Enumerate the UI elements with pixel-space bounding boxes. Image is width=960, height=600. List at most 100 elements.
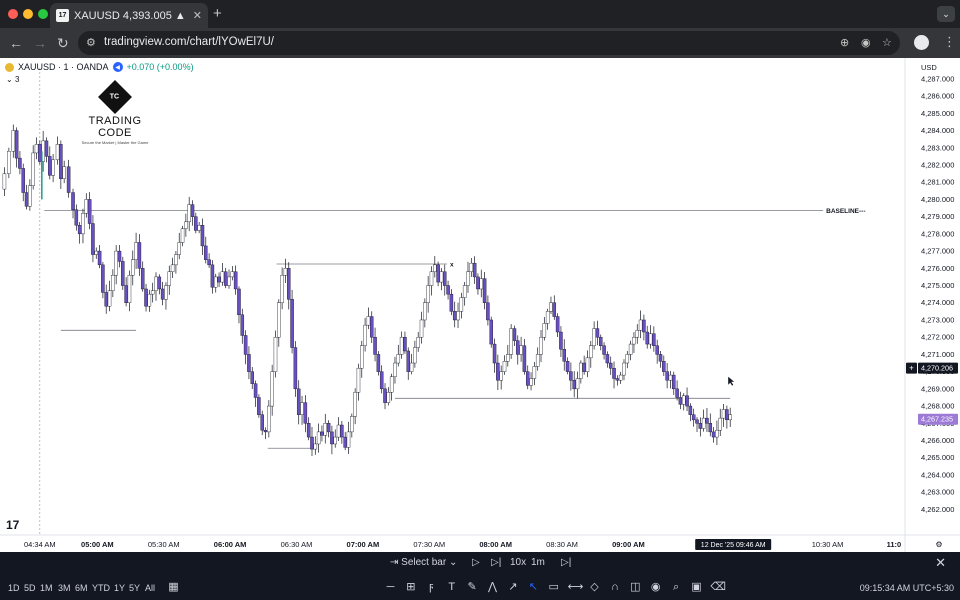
profile-avatar[interactable] (914, 35, 929, 50)
candle-body (549, 302, 553, 312)
new-tab-button[interactable]: + (213, 5, 222, 22)
calendar-icon[interactable]: ▦ (167, 581, 180, 594)
grid-tool-icon[interactable]: ⊞ (404, 581, 417, 594)
select-bar-button[interactable]: ⇥ Select bar ⌄ (390, 557, 457, 568)
candle-body (154, 276, 158, 291)
range-button-1m[interactable]: 1M (40, 583, 53, 593)
candle-body (316, 431, 321, 445)
brush-tool-icon[interactable]: ✎ (466, 581, 479, 594)
range-button-ytd[interactable]: YTD (92, 583, 110, 593)
tradingview-favicon-icon: 17 (56, 9, 69, 22)
range-button-1y[interactable]: 1Y (114, 583, 125, 593)
step-forward-icon[interactable]: ▷| (491, 557, 501, 568)
y-tick-label: 4,281.000 (921, 178, 954, 187)
symbol-legend: XAUUSD · 1 · OANDA ◀ +0.070 (+0.00%) (5, 62, 194, 72)
candle-body (117, 250, 122, 262)
candle-body (220, 271, 225, 283)
candle-body (243, 335, 248, 355)
arrow-tool-icon[interactable]: ↗ (506, 581, 519, 594)
indicators-toggle[interactable]: ⌄ 3 (6, 75, 19, 84)
minimize-window-button[interactable] (23, 9, 33, 19)
candle-body (71, 192, 75, 210)
range-button-3m[interactable]: 3M (58, 583, 71, 593)
line-tool-icon[interactable]: ─ (384, 581, 397, 594)
speed-button[interactable]: 10x (510, 557, 526, 568)
eye-icon[interactable]: ◉ (861, 36, 871, 49)
candle-body (698, 423, 703, 429)
candle-body (466, 271, 470, 286)
eye-tool-icon[interactable]: ◉ (649, 581, 662, 594)
trash-tool-icon[interactable]: ⌫ (710, 581, 726, 594)
forward-arrow-icon[interactable]: → (33, 35, 47, 51)
text-tool-icon[interactable]: T (445, 581, 458, 594)
maximize-window-button[interactable] (38, 9, 48, 19)
candle-body (287, 268, 291, 300)
image-tool-icon[interactable]: ▣ (690, 581, 703, 594)
candle-body (522, 345, 527, 372)
candle-body (253, 383, 258, 398)
bookmark-star-icon[interactable]: ☆ (882, 36, 892, 49)
candle-body (565, 361, 570, 372)
symbol-name[interactable]: XAUUSD · 1 · OANDA (18, 62, 109, 72)
close-tab-icon[interactable]: ✕ (193, 9, 202, 22)
candle-body (250, 371, 254, 384)
candle-body (320, 431, 324, 436)
range-button-1d[interactable]: 1D (8, 583, 20, 593)
logo-tagline: Secure the Market | Master the Game (81, 140, 149, 145)
candle-body (658, 354, 663, 362)
range-button-5d[interactable]: 5D (24, 583, 36, 593)
y-tick-label: 4,287.000 (921, 74, 954, 83)
logo-name: TRADING CODE (88, 115, 142, 139)
chart-settings-icon: ⚙ (935, 540, 942, 549)
pattern-tool-icon[interactable]: ⋀ (486, 581, 499, 594)
range-button-5y[interactable]: 5Y (129, 583, 140, 593)
candle-body (356, 367, 361, 393)
candle-body (655, 345, 659, 355)
browser-tab[interactable]: 17 XAUUSD 4,393.005 ▲ +1.25 ✕ (50, 3, 208, 28)
candle-body (323, 423, 328, 436)
x-tick-label: 07:00 AM (347, 540, 380, 549)
candle-body (482, 278, 487, 303)
zoom-icon[interactable]: ⊕ (840, 36, 849, 49)
zoom-tool-icon[interactable]: ⌕ (670, 581, 683, 594)
back-arrow-icon[interactable]: ← (9, 35, 23, 51)
site-settings-icon[interactable]: ⚙ (86, 36, 96, 49)
y-tick-label: 4,265.000 (921, 453, 954, 462)
fib-tool-icon[interactable]: ϝ (425, 581, 438, 594)
ruler-tool-icon[interactable]: ⟷ (568, 581, 584, 594)
candle-body (91, 223, 95, 255)
jump-to-realtime-icon[interactable]: ▷| (561, 557, 571, 568)
range-button-6m[interactable]: 6M (75, 583, 88, 593)
comment-tool-icon[interactable]: ▭ (547, 581, 560, 594)
candle-body (296, 388, 301, 415)
close-replay-icon[interactable]: ✕ (935, 555, 946, 571)
candle-body (695, 419, 699, 424)
candle-body (74, 209, 79, 226)
tab-search-chevron-icon[interactable]: ⌄ (937, 6, 955, 22)
chevron-down-icon: ⌄ (6, 75, 13, 84)
interval-button[interactable]: 1m (531, 557, 545, 568)
range-button-all[interactable]: All (145, 583, 155, 593)
crosshair-time-label: 12 Dec '25 09:46 AM (701, 542, 766, 549)
candle-body (363, 324, 367, 346)
candle-body (62, 166, 66, 179)
shape-tool-icon[interactable]: ◇ (588, 581, 601, 594)
reload-icon[interactable]: ↻ (57, 35, 69, 52)
candle-body (174, 254, 178, 266)
play-icon[interactable]: ▷ (472, 557, 480, 568)
browser-menu-icon[interactable]: ⋮ (943, 34, 956, 50)
address-bar[interactable]: ⚙ tradingview.com/chart/lYOwEl7U/ ⊕ ◉ ☆ (78, 31, 900, 55)
magnet-tool-icon[interactable]: ∩ (608, 581, 621, 594)
tradingview-logo-icon[interactable]: 17 (6, 518, 19, 532)
lock-tool-icon[interactable]: ◫ (629, 581, 642, 594)
cursor-tool-icon[interactable]: ↖ (527, 581, 540, 594)
candle-body (665, 371, 669, 381)
candle-body (213, 276, 218, 288)
clock[interactable]: 09:15:34 AM UTC+5:30 (860, 583, 954, 593)
candle-body (131, 259, 135, 276)
candle-body (516, 340, 520, 355)
y-tick-label: 4,284.000 (921, 126, 954, 135)
candle-body (393, 362, 397, 377)
close-window-button[interactable] (8, 9, 18, 19)
candle-body (267, 405, 271, 433)
